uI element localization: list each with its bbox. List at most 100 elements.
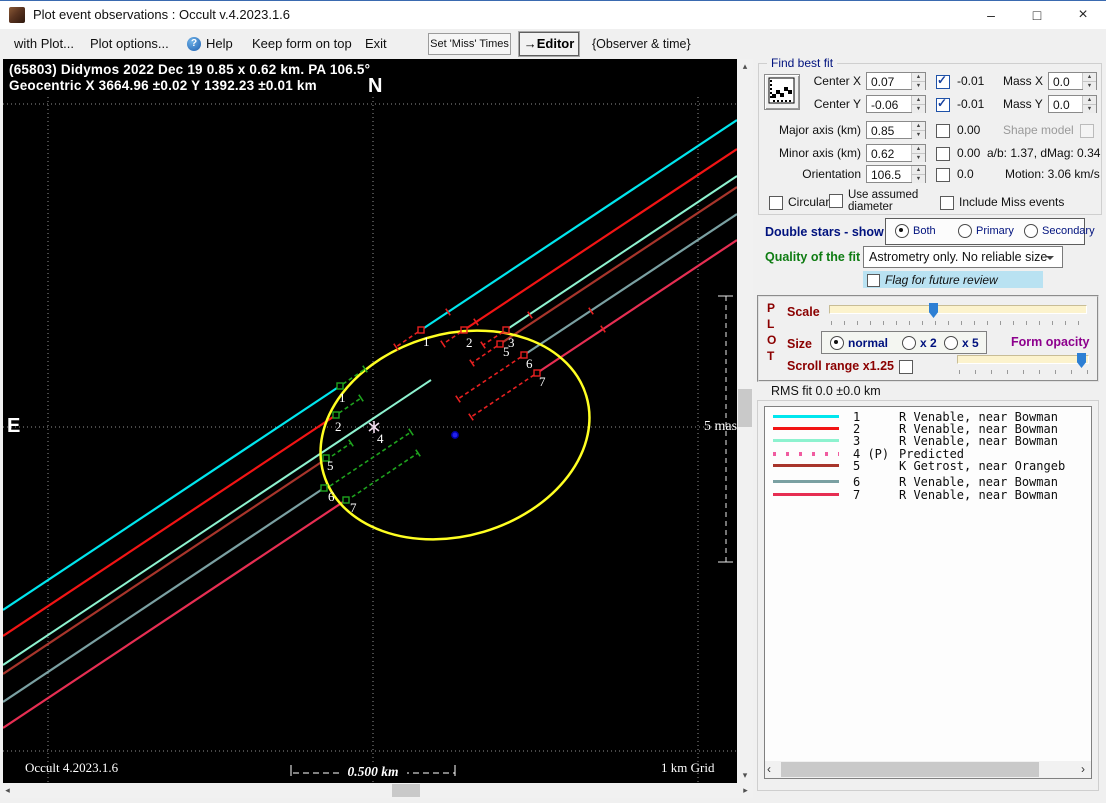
- orientation-checkbox[interactable]: [936, 167, 950, 182]
- menu-exit[interactable]: Exit: [365, 29, 387, 59]
- help-icon[interactable]: ?: [187, 37, 201, 51]
- flag-review-row: Flag for future review: [863, 271, 1043, 288]
- scroll-right-icon[interactable]: ▸: [738, 783, 753, 798]
- svg-text:2: 2: [335, 419, 342, 434]
- minor-axis-label: Minor axis (km): [778, 146, 861, 160]
- legend-line-sample: [773, 480, 839, 483]
- include-miss-events-checkbox[interactable]: Include Miss events: [940, 195, 1064, 210]
- legend-row-7[interactable]: 7 R Venable, near Bowman: [765, 488, 1091, 502]
- observer-time-label[interactable]: {Observer & time}: [592, 29, 691, 59]
- flag-review-checkbox[interactable]: Flag for future review: [867, 273, 998, 287]
- listbox-scroll-right-icon[interactable]: ›: [1081, 762, 1085, 776]
- center-y-spin-buttons[interactable]: [911, 96, 925, 113]
- scale-slider-thumb[interactable]: [929, 303, 938, 318]
- fit-icon-button[interactable]: [764, 74, 800, 110]
- flag-review-label: Flag for future review: [885, 273, 998, 287]
- svg-text:1: 1: [423, 334, 430, 349]
- app-icon: [9, 7, 25, 23]
- scroll-down-icon[interactable]: ▾: [737, 768, 753, 783]
- fit-chart-icon: [768, 77, 795, 104]
- legend-observer-name: K Getrost, near Orangeb: [899, 459, 1066, 473]
- legend-line-sample: [773, 493, 839, 496]
- maximize-button[interactable]: □: [1014, 1, 1060, 29]
- major-axis-checkbox[interactable]: [936, 123, 950, 138]
- center-y-label: Center Y: [813, 97, 861, 111]
- double-stars-radio-group: Both Primary Secondary: [885, 218, 1095, 245]
- plot-title-line1: (65803) Didymos 2022 Dec 19 0.85 x 0.62 …: [9, 62, 371, 77]
- size-x2-radio[interactable]: x 2: [902, 336, 937, 350]
- chord-number-labels: 1 2 3 5 6 7 1 2 5 6 7: [327, 334, 546, 515]
- plot-controls-group: P L O T Scale Size normal x 2 x 5 Form o…: [757, 295, 1099, 382]
- svg-text:5: 5: [503, 344, 510, 359]
- size-x2-label: x 2: [920, 336, 937, 350]
- center-x-spin-buttons[interactable]: [911, 73, 925, 90]
- major-axis-label: Major axis (km): [778, 123, 861, 137]
- double-primary-label: Primary: [976, 225, 1014, 237]
- menu-with-plot[interactable]: with Plot...: [14, 29, 74, 59]
- minor-axis-spin-buttons[interactable]: [911, 145, 925, 162]
- scroll-up-icon[interactable]: ▴: [737, 59, 753, 74]
- svg-text:7: 7: [539, 374, 546, 389]
- plot-vscrollbar[interactable]: ▴ ▾: [737, 59, 753, 783]
- center-x-checkbox[interactable]: [936, 73, 950, 89]
- size-radio-group: normal x 2 x 5: [821, 331, 987, 354]
- mass-y-input[interactable]: 0.0: [1048, 95, 1097, 113]
- center-x-input[interactable]: 0.07: [866, 72, 926, 90]
- size-x5-radio[interactable]: x 5: [944, 336, 979, 350]
- size-normal-radio[interactable]: normal: [830, 336, 888, 350]
- double-primary-radio[interactable]: Primary: [958, 224, 1014, 238]
- close-button[interactable]: ×: [1060, 1, 1106, 29]
- mass-x-value: 0.0: [1053, 75, 1070, 89]
- orientation-input[interactable]: 106.5: [866, 165, 926, 183]
- menu-keep-on-top[interactable]: Keep form on top: [252, 29, 352, 59]
- size-normal-label: normal: [848, 336, 889, 350]
- use-assumed-diameter-checkbox[interactable]: Use assumed diameter: [829, 189, 935, 213]
- major-axis-input[interactable]: 0.85: [866, 121, 926, 139]
- legend-line-sample: [773, 415, 839, 418]
- form-opacity-thumb[interactable]: [1077, 353, 1086, 368]
- predicted-marker-label: 4: [377, 431, 384, 446]
- plot-hscroll-thumb[interactable]: [392, 784, 420, 797]
- major-axis-spin-buttons[interactable]: [911, 122, 925, 139]
- scale-slider-track[interactable]: [829, 305, 1087, 314]
- center-y-input[interactable]: -0.06: [866, 95, 926, 113]
- mass-y-spin-buttons[interactable]: [1082, 96, 1096, 113]
- menu-plot-options[interactable]: Plot options...: [90, 29, 169, 59]
- minor-axis-checkbox[interactable]: [936, 146, 950, 161]
- form-opacity-slider[interactable]: [957, 353, 1089, 368]
- mass-x-input[interactable]: 0.0: [1048, 72, 1097, 90]
- double-secondary-radio[interactable]: Secondary: [1024, 224, 1095, 238]
- mass-x-spin-buttons[interactable]: [1082, 73, 1096, 90]
- scale-slider[interactable]: [829, 303, 1087, 318]
- circular-checkbox[interactable]: Circular: [769, 195, 829, 210]
- plot-hscrollbar[interactable]: ◂ ▸: [0, 783, 753, 798]
- legend-row-5[interactable]: 5 K Getrost, near Orangeb: [765, 459, 1091, 473]
- legend-chord-number: 3: [853, 434, 861, 448]
- observer-listbox[interactable]: 1 R Venable, near Bowman 2 R Venable, ne…: [764, 406, 1092, 779]
- scroll-range-checkbox[interactable]: [899, 359, 913, 374]
- svg-text:6: 6: [526, 356, 533, 371]
- listbox-hscrollbar[interactable]: ‹ ›: [765, 761, 1091, 778]
- center-y-checkbox[interactable]: [936, 96, 950, 112]
- mass-y-label: Mass Y: [1003, 97, 1043, 111]
- menu-help[interactable]: Help: [206, 29, 233, 59]
- plot-letter-p: P: [767, 301, 776, 315]
- editor-button[interactable]: →Editor: [518, 31, 580, 57]
- double-both-radio[interactable]: Both: [895, 224, 936, 238]
- set-miss-times-button[interactable]: Set 'Miss' Times: [428, 33, 511, 55]
- orientation-spin-buttons[interactable]: [911, 166, 925, 183]
- form-opacity-track[interactable]: [957, 355, 1089, 364]
- shape-model-label: Shape model: [1003, 123, 1074, 137]
- center-x-delta: -0.01: [957, 74, 985, 88]
- minor-axis-input[interactable]: 0.62: [866, 144, 926, 162]
- orientation-value: 106.5: [871, 168, 902, 182]
- listbox-scroll-left-icon[interactable]: ‹: [767, 762, 771, 776]
- chord-7: [3, 239, 737, 729]
- plot-vscroll-thumb[interactable]: [738, 389, 752, 427]
- minimize-button[interactable]: –: [968, 1, 1014, 29]
- minor-axis-value: 0.62: [871, 147, 895, 161]
- scroll-left-icon[interactable]: ◂: [0, 783, 15, 798]
- quality-select[interactable]: Astrometry only. No reliable size: [863, 246, 1063, 268]
- legend-observer-name: R Venable, near Bowman: [899, 434, 1058, 448]
- listbox-hscroll-thumb[interactable]: [781, 762, 1039, 777]
